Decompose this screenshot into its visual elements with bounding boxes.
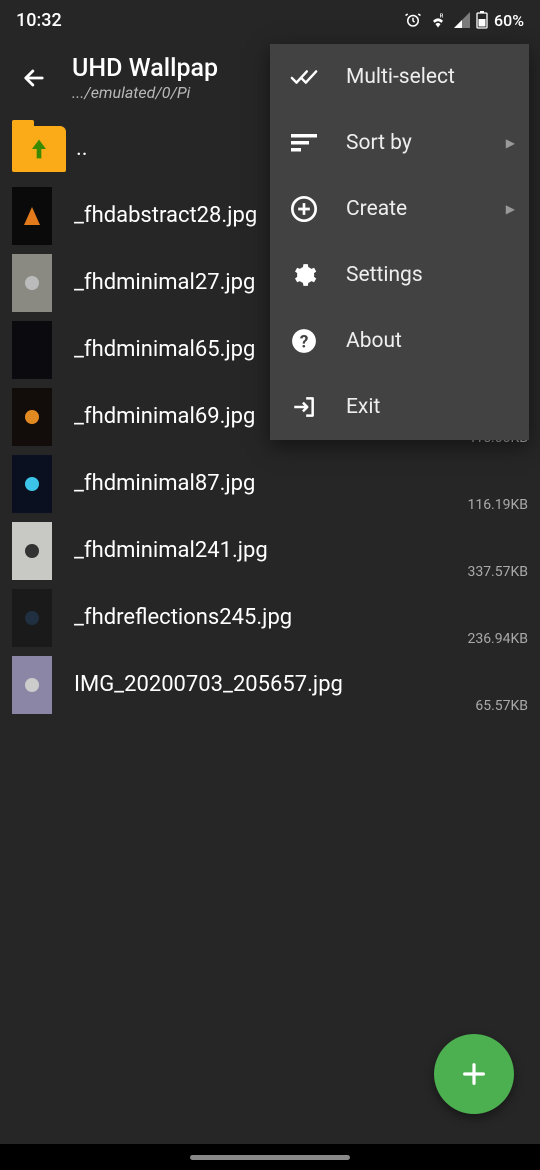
menu-label: About <box>346 329 402 353</box>
parent-folder-label: .. <box>76 136 88 161</box>
svg-text:?: ? <box>300 333 309 353</box>
file-name: _fhdminimal87.jpg <box>74 471 255 496</box>
file-size: 236.94KB <box>467 631 528 647</box>
menu-label: Multi-select <box>346 65 455 89</box>
chevron-right-icon: ▶ <box>506 202 515 216</box>
battery-percent: 60% <box>494 11 524 30</box>
sort-icon <box>290 129 318 157</box>
file-name: _fhdminimal241.jpg <box>74 538 268 563</box>
file-thumbnail <box>12 321 52 379</box>
file-name: _fhdabstract28.jpg <box>74 203 257 228</box>
file-name: _fhdreflections245.jpg <box>74 605 292 630</box>
file-thumbnail <box>12 589 52 647</box>
menu-label: Sort by <box>346 131 412 155</box>
chevron-right-icon: ▶ <box>506 136 515 150</box>
menu-create[interactable]: Create ▶ <box>270 176 529 242</box>
list-item[interactable]: IMG_20200703_205657.jpg 65.57KB <box>0 651 540 718</box>
breadcrumb: .../emulated/0/Pi <box>72 83 218 102</box>
list-item[interactable]: _fhdreflections245.jpg 236.94KB <box>0 584 540 651</box>
help-icon: ? <box>290 327 318 355</box>
file-thumbnail <box>12 187 52 245</box>
overflow-menu: Multi-select Sort by ▶ Create ▶ Settings… <box>270 44 529 440</box>
folder-up-icon <box>12 126 66 172</box>
file-thumbnail <box>12 455 52 513</box>
menu-exit[interactable]: Exit <box>270 374 529 440</box>
gesture-handle <box>190 1155 350 1160</box>
app-title-block: UHD Wallpap .../emulated/0/Pi <box>72 54 218 102</box>
menu-label: Exit <box>346 395 380 419</box>
alarm-icon <box>404 11 422 29</box>
file-name: _fhdminimal69.jpg <box>74 404 255 429</box>
list-item[interactable]: _fhdminimal87.jpg 116.19KB <box>0 450 540 517</box>
fab-add-button[interactable] <box>434 1034 514 1114</box>
file-size: 65.57KB <box>475 698 528 714</box>
wifi-icon: R <box>428 12 448 28</box>
status-right: R 60% <box>404 11 524 30</box>
menu-about[interactable]: ? About <box>270 308 529 374</box>
gear-icon <box>290 261 318 289</box>
file-size: 116.19KB <box>467 497 528 513</box>
menu-label: Create <box>346 197 407 221</box>
file-name: _fhdminimal27.jpg <box>74 270 255 295</box>
battery-icon <box>476 11 488 29</box>
file-size: 337.57KB <box>467 564 528 580</box>
file-thumbnail <box>12 522 52 580</box>
multi-select-icon <box>290 63 318 91</box>
file-name: _fhdminimal65.jpg <box>74 337 255 362</box>
menu-multi-select[interactable]: Multi-select <box>270 44 529 110</box>
plus-circle-icon <box>290 195 318 223</box>
menu-settings[interactable]: Settings <box>270 242 529 308</box>
file-name: IMG_20200703_205657.jpg <box>74 672 343 697</box>
exit-icon <box>290 393 318 421</box>
menu-label: Settings <box>346 263 423 287</box>
status-bar: 10:32 R 60% <box>0 0 540 40</box>
file-thumbnail <box>12 656 52 714</box>
arrow-left-icon <box>20 64 48 92</box>
navigation-bar[interactable] <box>0 1144 540 1170</box>
menu-sort-by[interactable]: Sort by ▶ <box>270 110 529 176</box>
back-button[interactable] <box>12 56 56 100</box>
page-title: UHD Wallpap <box>72 54 218 83</box>
file-thumbnail <box>12 254 52 312</box>
file-thumbnail <box>12 388 52 446</box>
svg-text:R: R <box>440 14 444 20</box>
status-time: 10:32 <box>16 10 62 31</box>
list-item[interactable]: _fhdminimal241.jpg 337.57KB <box>0 517 540 584</box>
signal-icon <box>454 12 470 28</box>
plus-icon <box>458 1058 490 1090</box>
